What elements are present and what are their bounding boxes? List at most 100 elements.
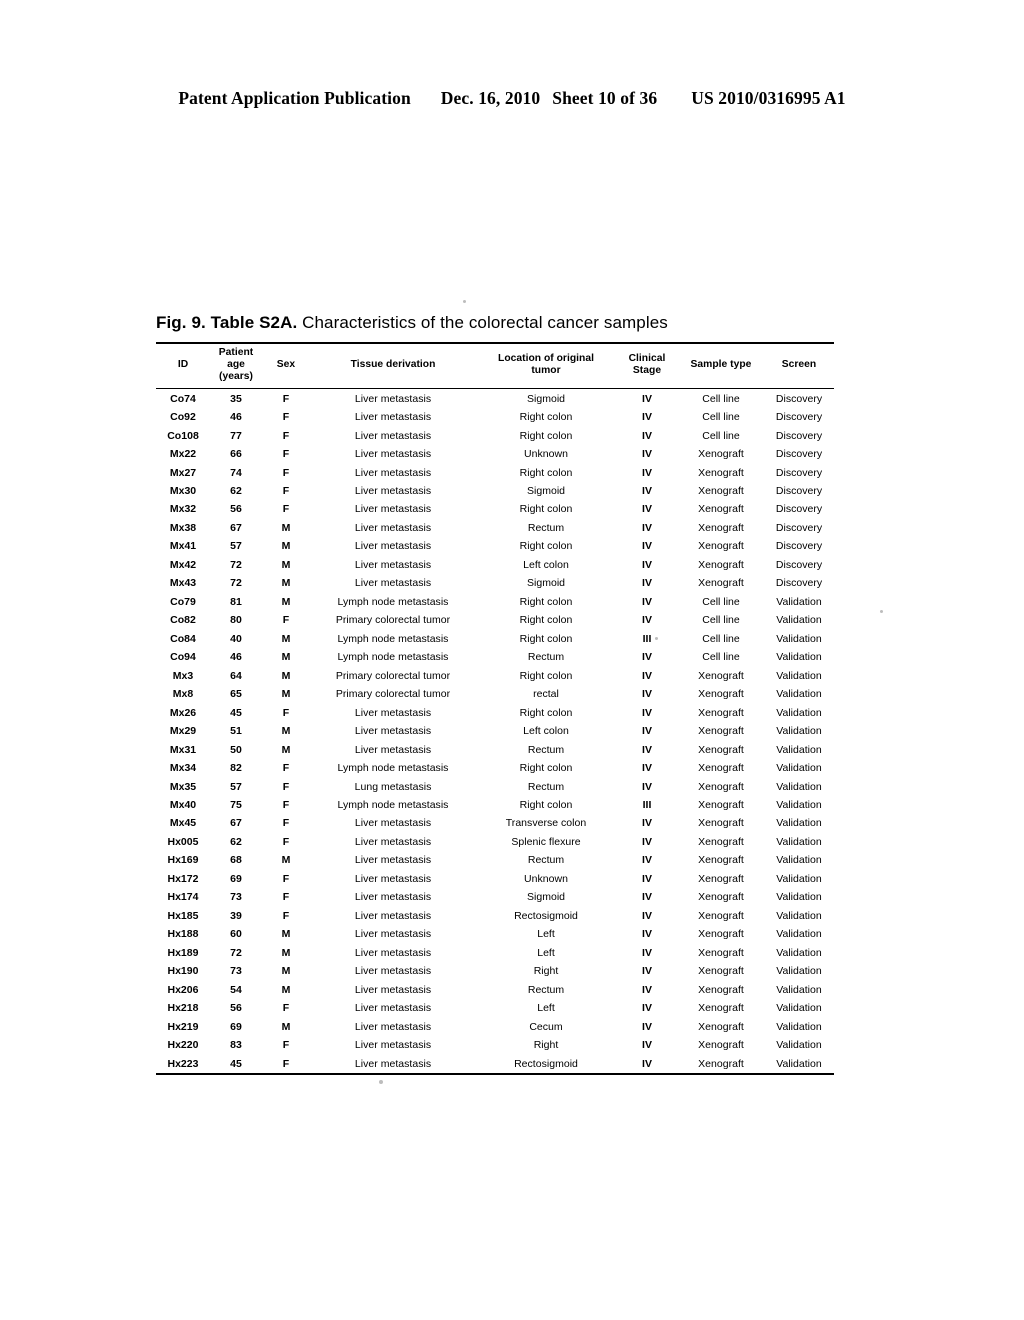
cell-sample-type: Xenograft [698, 965, 744, 978]
cell-sex: M [281, 669, 291, 682]
cell-location: Right colon [519, 503, 573, 516]
column-header-screen-label: Screen [781, 359, 817, 371]
cell-tissue: Primary colorectal tumor [335, 669, 451, 682]
cell-tissue: Lung metastasis [354, 780, 432, 793]
cell-screen: Validation [776, 743, 822, 756]
cell-sample-type: Cell line [702, 595, 740, 608]
column-header-location-line2: tumor [531, 365, 561, 377]
cell-sample-type: Cell line [702, 429, 740, 442]
cell-sample-type: Xenograft [698, 872, 744, 885]
cell-screen: Validation [776, 780, 822, 793]
cell-sex: F [282, 1039, 290, 1052]
cell-tissue: Primary colorectal tumor [335, 614, 451, 627]
table-header: ID Patient age (years) Sex Tissue deriva… [156, 343, 834, 389]
cell-location: Right colon [519, 706, 573, 719]
table-row: Mx29 51 M Liver metastasis Left colon IV Xenog… [156, 722, 834, 740]
cell-id: Hx172 [167, 872, 199, 885]
cell-location: Rectosigmoid [514, 1057, 578, 1070]
cell-stage: IV [642, 521, 652, 534]
cell-sample-type: Xenograft [698, 485, 744, 497]
table-row: Mx42 72 M Liver metastasis Left colon IV Xenog… [156, 556, 834, 574]
cell-sex: M [281, 521, 291, 534]
cell-age: 45 [230, 1057, 242, 1070]
cell-screen: Discovery [775, 577, 823, 590]
cell-sample-type: Xenograft [698, 909, 744, 922]
cell-stage: IV [642, 429, 652, 442]
cell-sample-type: Cell line [702, 632, 740, 645]
cell-sample-type: Xenograft [698, 1039, 744, 1052]
cell-sample-type: Cell line [702, 392, 740, 405]
cell-age: 83 [230, 1039, 242, 1052]
cell-screen: Validation [776, 946, 822, 959]
cell-stage: IV [642, 743, 652, 756]
column-header-screen: Screen [764, 343, 834, 389]
cell-tissue: Liver metastasis [354, 1002, 432, 1015]
cell-tissue: Liver metastasis [354, 577, 432, 590]
column-header-stage-line1: Clinical [628, 353, 666, 365]
cell-location: Right colon [519, 798, 573, 811]
cell-id: Co74 [170, 392, 196, 405]
cell-id: Co79 [170, 595, 196, 608]
cell-id: Hx223 [167, 1057, 199, 1070]
cell-stage: IV [642, 595, 652, 608]
cell-sex: F [282, 1002, 290, 1015]
cell-tissue: Liver metastasis [354, 743, 432, 756]
cell-location: Right colon [519, 411, 573, 424]
cell-id: Mx41 [169, 540, 197, 553]
table-row: Mx38 67 M Liver metastasis Rectum IV Xenograft… [156, 519, 834, 537]
table-body: Co74 35 F Liver metastasis Sigmoid IV Cell lin… [156, 389, 834, 1074]
table-row: Mx41 57 M Liver metastasis Right colon IV Xeno… [156, 537, 834, 555]
page-header: Patent Application Publication Dec. 16, … [0, 88, 1024, 109]
cell-screen: Discovery [775, 558, 823, 571]
cell-stage: IV [642, 466, 652, 479]
cell-sample-type: Xenograft [698, 891, 744, 904]
table-row: Co108 77 F Liver metastasis Right colon IV Cel… [156, 426, 834, 444]
cell-location: Transverse colon [505, 817, 587, 830]
column-header-stage: Clinical Stage [616, 343, 678, 389]
cell-stage: IV [642, 448, 652, 461]
cell-sex: M [281, 743, 291, 756]
table-row: Co92 46 F Liver metastasis Right colon IV Cell… [156, 408, 834, 426]
cell-sample-type: Xenograft [698, 762, 744, 775]
cell-id: Hx219 [167, 1020, 199, 1033]
table-row: Mx40 75 F Lymph node metastasis Right colon I… [156, 796, 834, 814]
cell-screen: Validation [776, 928, 822, 941]
cell-stage: IV [642, 1002, 652, 1015]
cell-tissue: Liver metastasis [354, 485, 432, 497]
cell-id: Mx31 [169, 743, 197, 756]
cell-location: Right [533, 965, 559, 978]
cell-location: Right colon [519, 429, 573, 442]
cell-tissue: Lymph node metastasis [337, 632, 449, 645]
cell-id: Hx189 [167, 946, 199, 959]
table-row: Mx3 64 M Primary colorectal tumor Right colo… [156, 666, 834, 684]
publication-date: Dec. 16, 2010 [440, 88, 541, 108]
column-header-age-line2: age [227, 359, 245, 371]
column-header-id-label: ID [177, 359, 189, 371]
cell-sex: M [281, 632, 291, 645]
cell-sex: M [281, 946, 291, 959]
cell-id: Mx22 [169, 448, 197, 461]
table-row: Hx223 45 F Liver metastasis Rectosigmoid IV Xe… [156, 1054, 834, 1074]
cell-stage: IV [642, 1057, 652, 1070]
cell-screen: Discovery [775, 448, 823, 461]
table-row: Hx218 56 F Liver metastasis Left IV Xenograft V… [156, 999, 834, 1017]
cell-age: 39 [230, 909, 242, 922]
cell-screen: Validation [776, 762, 822, 775]
cell-sex: F [282, 909, 290, 922]
cell-sample-type: Xenograft [698, 743, 744, 756]
column-header-tissue-label: Tissue derivation [350, 359, 436, 371]
cell-tissue: Liver metastasis [354, 558, 432, 571]
cell-location: Right colon [519, 540, 573, 553]
cell-tissue: Liver metastasis [354, 909, 432, 922]
cell-age: 40 [230, 632, 242, 645]
cell-screen: Validation [776, 817, 822, 830]
cell-tissue: Liver metastasis [354, 411, 432, 424]
cell-tissue: Liver metastasis [354, 466, 432, 479]
table-row: Hx206 54 M Liver metastasis Rectum IV Xenograf… [156, 980, 834, 998]
cell-location: Sigmoid [526, 485, 566, 497]
cell-tissue: Liver metastasis [354, 872, 432, 885]
cell-location: Rectum [527, 780, 565, 793]
cell-sex: F [282, 780, 290, 793]
cell-age: 62 [230, 835, 242, 848]
cell-stage: IV [642, 614, 652, 627]
